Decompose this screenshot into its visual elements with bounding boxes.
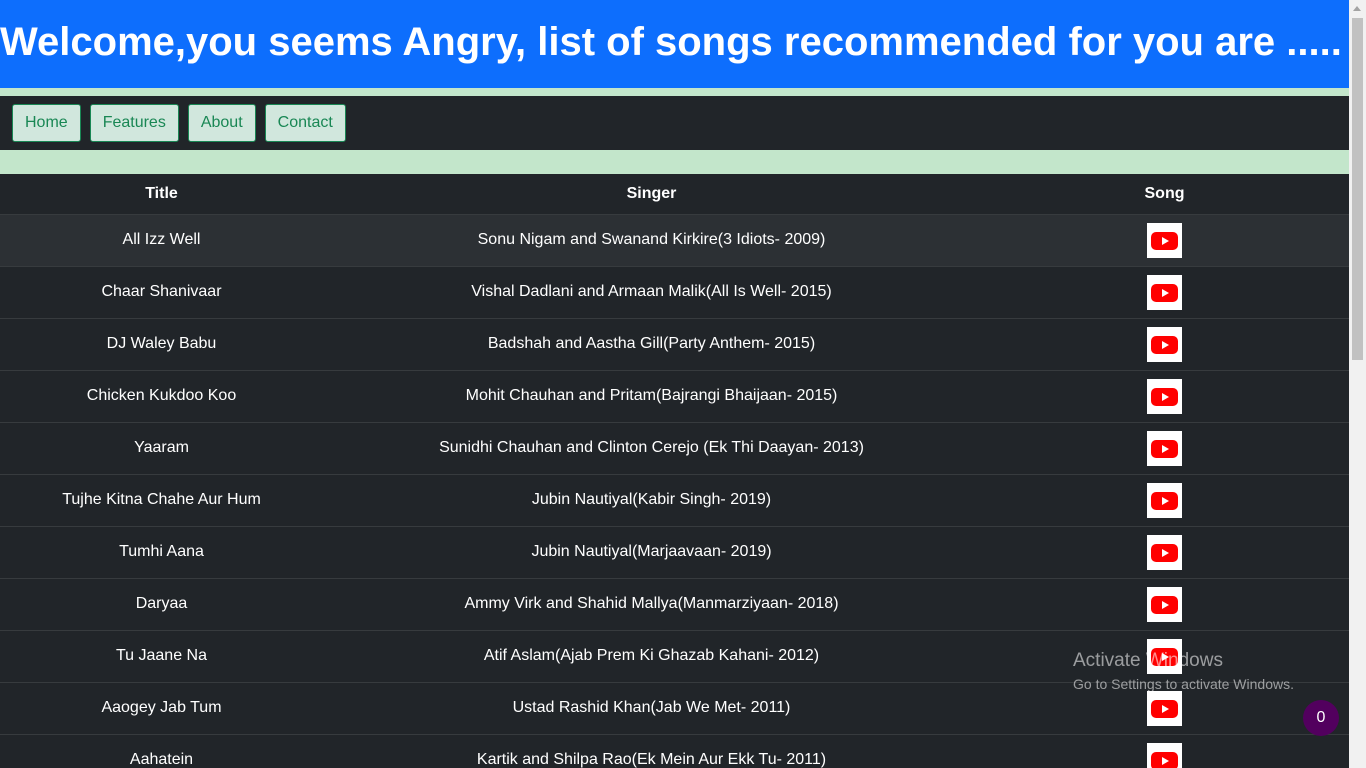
play-icon (1151, 387, 1178, 406)
song-link-cell (980, 525, 1349, 578)
play-icon (1151, 751, 1178, 768)
nav-features-button[interactable]: Features (89, 104, 179, 142)
nav-home-button[interactable]: Home (12, 104, 81, 142)
youtube-icon[interactable] (1147, 742, 1182, 768)
song-title-cell: Chaar Shanivaar (0, 265, 323, 318)
scrollbar-thumb[interactable] (1352, 18, 1363, 360)
watermark-subtitle: Go to Settings to activate Windows. (1073, 676, 1294, 692)
singer-cell: Atif Aslam(Ajab Prem Ki Ghazab Kahani- 2… (323, 629, 980, 682)
table-row: Aahatein Kartik and Shilpa Rao(Ek Mein Au… (0, 733, 1349, 768)
play-icon (1151, 283, 1178, 302)
table-row: Daryaa Ammy Virk and Shahid Mallya(Manmar… (0, 577, 1349, 630)
youtube-icon[interactable] (1147, 534, 1182, 570)
divider-stripe (0, 88, 1349, 96)
divider-stripe (0, 150, 1349, 174)
song-link-cell (980, 213, 1349, 266)
play-icon (1151, 699, 1178, 718)
song-title-cell: DJ Waley Babu (0, 317, 323, 370)
singer-cell: Sunidhi Chauhan and Clinton Cerejo (Ek T… (323, 421, 980, 474)
column-header-song: Song (1144, 184, 1185, 202)
song-link-cell (980, 577, 1349, 630)
page-title: Welcome,you seems Angry, list of songs r… (0, 0, 1349, 88)
youtube-icon[interactable] (1147, 222, 1182, 258)
song-title-cell: Daryaa (0, 577, 323, 630)
notification-badge[interactable]: 0 (1303, 700, 1339, 736)
nav-contact-button[interactable]: Contact (264, 104, 346, 142)
table-row: Chaar Shanivaar Vishal Dadlani and Armaan… (0, 265, 1349, 318)
youtube-icon[interactable] (1147, 378, 1182, 414)
youtube-icon[interactable] (1147, 430, 1182, 466)
song-link-cell (980, 473, 1349, 526)
column-header-singer: Singer (626, 184, 677, 202)
table-row: DJ Waley Babu Badshah and Aastha Gill(Par… (0, 317, 1349, 370)
singer-cell: Badshah and Aastha Gill(Party Anthem- 20… (323, 317, 980, 370)
song-title-cell: Chicken Kukdoo Koo (0, 369, 323, 422)
song-title-cell: Tu Jaane Na (0, 629, 323, 682)
song-title-cell: Aahatein (0, 733, 323, 768)
song-link-cell (980, 421, 1349, 474)
singer-cell: Sonu Nigam and Swanand Kirkire(3 Idiots-… (323, 213, 980, 266)
singer-cell: Ustad Rashid Khan(Jab We Met- 2011) (323, 681, 980, 734)
youtube-icon[interactable] (1147, 274, 1182, 310)
watermark-title: Activate Windows (1073, 650, 1223, 671)
play-icon (1151, 335, 1178, 354)
song-title-cell: Aaogey Jab Tum (0, 681, 323, 734)
vertical-scrollbar[interactable] (1349, 0, 1366, 768)
song-link-cell (980, 317, 1349, 370)
scroll-up-arrow-icon[interactable] (1353, 6, 1361, 11)
song-link-cell (980, 733, 1349, 768)
table-row: Tujhe Kitna Chahe Aur Hum Jubin Nautiyal(… (0, 473, 1349, 526)
table-row: Yaaram Sunidhi Chauhan and Clinton Cerejo… (0, 421, 1349, 474)
play-icon (1151, 543, 1178, 562)
table-row: Chicken Kukdoo Koo Mohit Chauhan and Prit… (0, 369, 1349, 422)
singer-cell: Ammy Virk and Shahid Mallya(Manmarziyaan… (323, 577, 980, 630)
song-title-cell: Tujhe Kitna Chahe Aur Hum (0, 473, 323, 526)
singer-cell: Mohit Chauhan and Pritam(Bajrangi Bhaija… (323, 369, 980, 422)
play-icon (1151, 231, 1178, 250)
song-title-cell: All Izz Well (0, 213, 323, 266)
song-link-cell (980, 369, 1349, 422)
youtube-icon[interactable] (1147, 326, 1182, 362)
youtube-icon[interactable] (1147, 482, 1182, 518)
table-row: Tumhi Aana Jubin Nautiyal(Marjaavaan- 201… (0, 525, 1349, 578)
play-icon (1151, 439, 1178, 458)
singer-cell: Vishal Dadlani and Armaan Malik(All Is W… (323, 265, 980, 318)
youtube-icon[interactable] (1147, 690, 1182, 726)
singer-cell: Jubin Nautiyal(Marjaavaan- 2019) (323, 525, 980, 578)
navbar: Home Features About Contact (0, 96, 1349, 150)
play-icon (1151, 491, 1178, 510)
play-icon (1151, 595, 1178, 614)
song-title-cell: Tumhi Aana (0, 525, 323, 578)
table-row: All Izz Well Sonu Nigam and Swanand Kirki… (0, 213, 1349, 266)
song-link-cell (980, 265, 1349, 318)
singer-cell: Kartik and Shilpa Rao(Ek Mein Aur Ekk Tu… (323, 733, 980, 768)
nav-about-button[interactable]: About (187, 104, 256, 142)
song-title-cell: Yaaram (0, 421, 323, 474)
singer-cell: Jubin Nautiyal(Kabir Singh- 2019) (323, 473, 980, 526)
youtube-icon[interactable] (1147, 586, 1182, 622)
table-header-row: Title Singer Song (0, 174, 1349, 214)
activate-windows-watermark: Activate Windows Go to Settings to activ… (1073, 650, 1294, 692)
column-header-title: Title (145, 184, 178, 202)
